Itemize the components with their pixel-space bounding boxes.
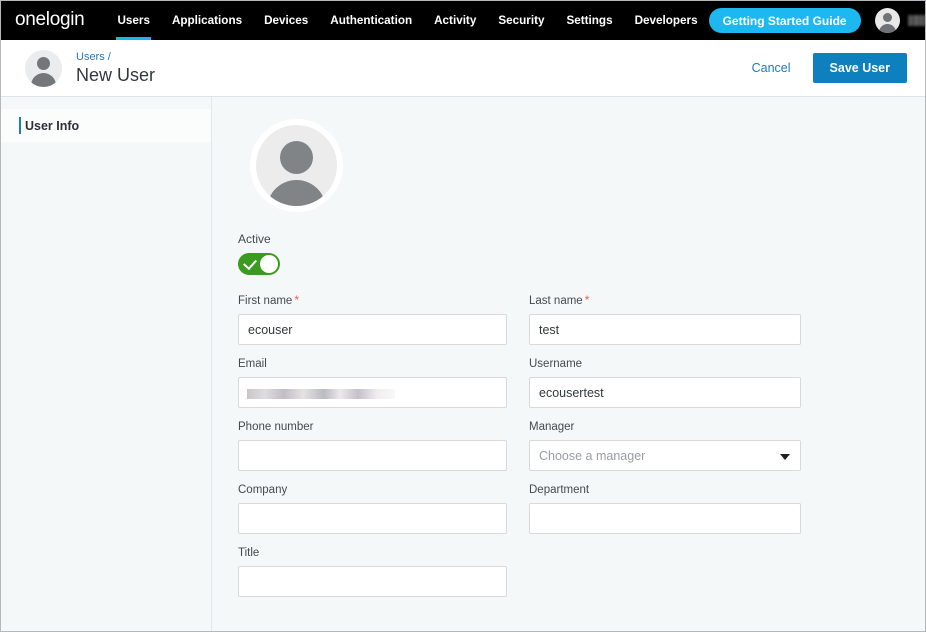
manager-label: Manager (529, 421, 575, 433)
avatar-body-shape (31, 72, 56, 87)
last-name-input[interactable] (529, 314, 801, 345)
avatar-body-shape (267, 180, 326, 206)
grid-gap (507, 546, 529, 609)
user-avatar-icon (25, 49, 62, 87)
cancel-button[interactable]: Cancel (752, 61, 791, 75)
field-email: Email (238, 357, 507, 408)
field-department: Department (529, 483, 801, 534)
company-input[interactable] (238, 503, 507, 534)
grid-gap (507, 293, 529, 357)
required-marker: * (294, 293, 299, 307)
nav-item-authentication[interactable]: Authentication (319, 1, 423, 40)
save-user-button[interactable]: Save User (812, 53, 907, 83)
field-first-name: First name * (238, 293, 507, 345)
avatar-head-shape (37, 56, 50, 70)
avatar-head-shape (280, 141, 313, 174)
grid-gap (529, 546, 801, 609)
last-name-label: Last name * (529, 293, 801, 308)
nav-item-security[interactable]: Security (487, 1, 555, 40)
nav-item-devices[interactable]: Devices (253, 1, 319, 40)
top-navigation-bar: onelogin Users Applications Devices Auth… (1, 1, 925, 40)
department-label: Department (529, 484, 590, 496)
toggle-knob (260, 255, 278, 273)
nav-item-settings[interactable]: Settings (555, 1, 623, 40)
profile-photo-placeholder[interactable] (250, 119, 343, 212)
getting-started-guide-button[interactable]: Getting Started Guide (708, 8, 861, 33)
field-title: Title (238, 546, 507, 597)
user-info-form: First name* Last name* Email (238, 293, 925, 609)
field-company: Company (238, 483, 507, 534)
grid-gap (507, 420, 529, 483)
active-toggle-group: Active (238, 232, 925, 275)
header-actions: Cancel Save User (752, 53, 907, 83)
nav-item-settings-label: Settings (566, 14, 613, 27)
nav-item-users[interactable]: Users (106, 1, 161, 40)
first-name-input[interactable] (238, 314, 507, 345)
nav-item-applications-label: Applications (171, 14, 243, 27)
phone-number-input[interactable] (238, 440, 507, 471)
first-name-label-text: First name (238, 295, 293, 307)
left-sidebar: User Info (1, 97, 212, 631)
username-label: Username (529, 358, 583, 370)
account-avatar-icon[interactable] (874, 8, 900, 33)
nav-item-devices-label: Devices (264, 14, 309, 27)
sidebar-item-user-info[interactable]: User Info (1, 109, 211, 142)
username-input[interactable] (529, 377, 801, 408)
nav-item-activity[interactable]: Activity (423, 1, 487, 40)
field-username: Username (529, 357, 801, 408)
title-input[interactable] (238, 566, 507, 597)
title-label: Title (238, 547, 260, 559)
nav-item-security-label: Security (498, 14, 545, 27)
application-window: onelogin Users Applications Devices Auth… (0, 0, 926, 632)
header-text-group: Users / New User (76, 50, 155, 86)
avatar-body-shape (878, 24, 896, 33)
nav-right-group: Getting Started Guide (708, 8, 925, 33)
email-input[interactable] (238, 377, 507, 408)
nav-item-applications[interactable]: Applications (161, 1, 253, 40)
last-name-label-text: Last name (529, 295, 583, 307)
active-toggle[interactable] (238, 253, 280, 275)
field-phone-number: Phone number (238, 420, 507, 471)
nav-item-authentication-label: Authentication (330, 14, 413, 27)
phone-number-label: Phone number (238, 421, 314, 433)
check-icon (243, 255, 257, 271)
required-marker: * (584, 293, 590, 307)
page-body: User Info Active First name * ecouser La… (1, 97, 925, 631)
page-header: Users / New User Cancel Save User (1, 40, 925, 97)
email-label: Email (238, 358, 267, 370)
company-label: Company (238, 484, 288, 496)
grid-gap (507, 357, 529, 420)
manager-select[interactable] (529, 440, 801, 471)
nav-item-developers[interactable]: Developers (624, 1, 709, 40)
sidebar-item-label: User Info (25, 118, 80, 133)
account-name-redacted[interactable] (907, 15, 925, 26)
grid-gap (507, 483, 529, 546)
nav-item-developers-label: Developers (634, 14, 698, 27)
nav-item-users-label: Users (117, 14, 150, 27)
department-input[interactable] (529, 503, 801, 534)
manager-select-wrapper (529, 440, 801, 471)
main-content: Active First name* Last name* (212, 97, 925, 631)
field-last-name: Last name * (529, 293, 801, 345)
profile-photo-disc (256, 125, 337, 206)
onelogin-logo[interactable]: onelogin (15, 10, 85, 31)
page-title: New User (76, 65, 156, 85)
breadcrumb[interactable]: Users / (76, 50, 155, 64)
first-name-label: First name * (238, 293, 507, 308)
field-manager: Manager (529, 420, 801, 471)
avatar-head-shape (882, 13, 892, 22)
nav-item-activity-label: Activity (434, 14, 477, 27)
primary-nav: Users Applications Devices Authenticatio… (106, 1, 708, 40)
active-toggle-label: Active (238, 232, 271, 246)
